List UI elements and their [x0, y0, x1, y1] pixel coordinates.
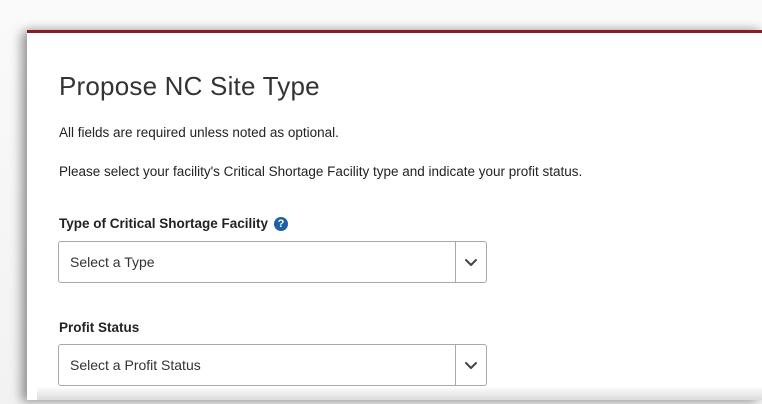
select-divider	[455, 345, 456, 385]
instructions-text: Please select your facility's Critical S…	[59, 164, 583, 179]
facility-type-label: Type of Critical Shortage Facility?	[59, 216, 289, 231]
facility-type-select-value: Select a Type	[70, 254, 155, 270]
chevron-down-icon[interactable]	[462, 356, 480, 374]
propose-site-type-panel: Propose NC Site Type All fields are requ…	[27, 30, 762, 400]
facility-type-label-text: Type of Critical Shortage Facility	[59, 216, 269, 231]
page-title: Propose NC Site Type	[59, 71, 320, 101]
select-divider	[455, 242, 456, 282]
profit-status-select[interactable]: Select a Profit Status	[58, 344, 487, 386]
profit-status-label-text: Profit Status	[59, 320, 140, 335]
panel-bottom-shadow	[37, 386, 762, 400]
profit-status-select-value: Select a Profit Status	[70, 357, 201, 373]
facility-type-select[interactable]: Select a Type	[58, 241, 487, 283]
required-fields-note: All fields are required unless noted as …	[59, 125, 339, 140]
question-circle-icon[interactable]: ?	[274, 217, 289, 231]
chevron-down-icon[interactable]	[462, 253, 480, 271]
profit-status-label: Profit Status	[59, 320, 139, 335]
